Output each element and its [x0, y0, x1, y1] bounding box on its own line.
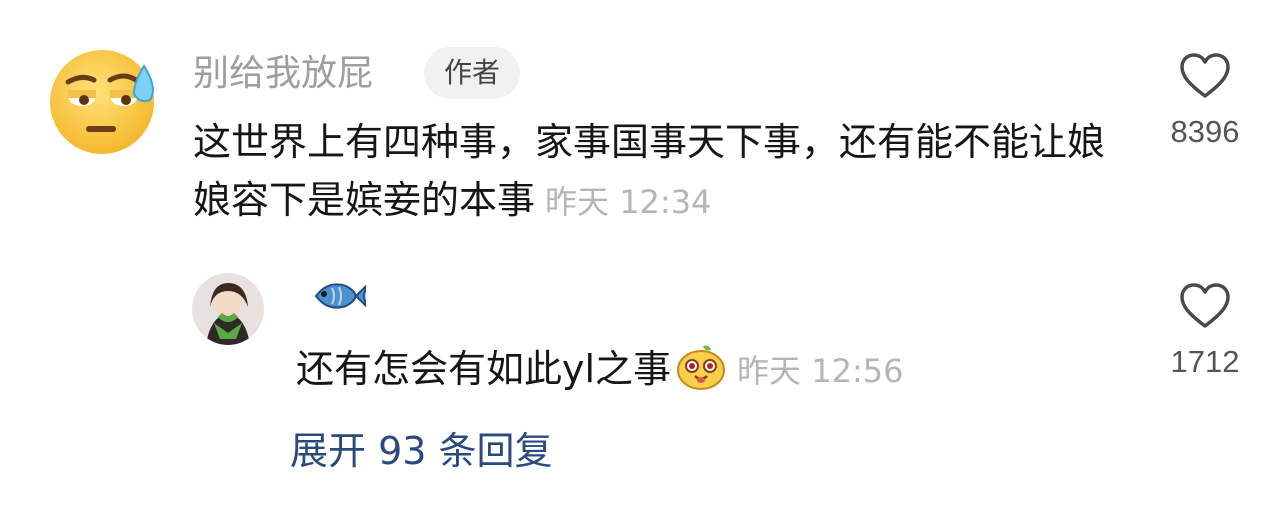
reply-avatar[interactable] — [192, 273, 264, 345]
sweat-smile-emoji-icon — [50, 50, 154, 154]
user-photo-avatar — [192, 273, 264, 345]
lemon-dog-emoji-icon — [675, 342, 727, 406]
reply-like[interactable]: 1712 — [1150, 282, 1260, 380]
comment-username[interactable]: 别给我放屁 — [193, 50, 373, 98]
reply-time: 昨天 12:56 — [737, 352, 904, 390]
heart-icon[interactable] — [1179, 52, 1231, 100]
reply-body: 还有怎会有如此yl之事 昨天 12:56 — [296, 340, 903, 406]
author-badge: 作者 — [424, 47, 520, 99]
comment-like[interactable]: 8396 — [1150, 52, 1260, 150]
heart-icon[interactable] — [1179, 282, 1231, 330]
reply-text: 还有怎会有如此yl之事 — [296, 347, 672, 391]
expand-replies-link[interactable]: 展开 93 条回复 — [290, 424, 553, 478]
reply-username[interactable] — [312, 276, 368, 320]
comment-avatar[interactable] — [46, 44, 158, 156]
comment-body: 这世界上有四种事，家事国事天下事，还有能不能让娘娘容下是嫔妾的本事 昨天 12:3… — [193, 113, 1123, 231]
comment-time: 昨天 12:34 — [545, 183, 712, 221]
comment-like-count: 8396 — [1170, 114, 1240, 149]
reply-like-count: 1712 — [1170, 344, 1240, 379]
fish-emoji-icon — [314, 282, 368, 310]
